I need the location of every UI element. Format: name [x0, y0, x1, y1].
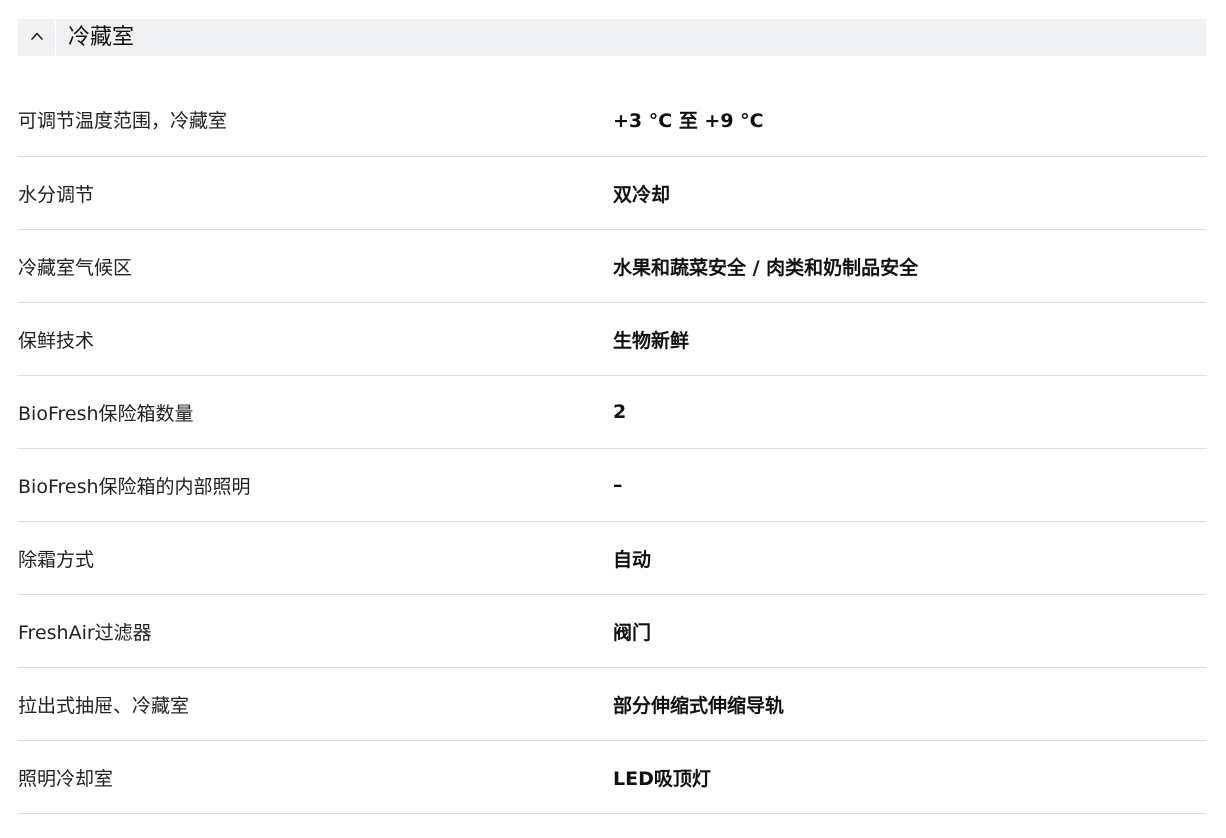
spec-label: 保鲜技术 [18, 329, 95, 352]
spec-row: BioFresh保险箱数量 2 [18, 376, 1206, 449]
section-title: 冷藏室 [68, 25, 135, 50]
spec-value: 自动 [613, 548, 652, 571]
spec-row: 照明冷却室 LED吸顶灯 [18, 741, 1206, 814]
spec-label: 冷藏室气候区 [18, 256, 133, 279]
spec-label: FreshAir过滤器 [18, 621, 152, 644]
spec-value: – [613, 474, 623, 496]
spec-section-fridge: 冷藏室 可调节温度范围，冷藏室 +3 °C 至 +9 °C 水分调节 双冷却 冷… [18, 19, 1206, 814]
chevron-up-icon [30, 28, 44, 47]
spec-row: 除霜方式 自动 [18, 522, 1206, 595]
spec-value: +3 °C 至 +9 °C [613, 110, 764, 132]
spec-label: 拉出式抽屉、冷藏室 [18, 694, 190, 717]
spec-value: 生物新鲜 [613, 329, 690, 352]
spec-row: 可调节温度范围，冷藏室 +3 °C 至 +9 °C [18, 83, 1206, 157]
spec-table: 可调节温度范围，冷藏室 +3 °C 至 +9 °C 水分调节 双冷却 冷藏室气候… [18, 83, 1206, 814]
section-header[interactable]: 冷藏室 [18, 19, 1206, 56]
spec-row: 拉出式抽屉、冷藏室 部分伸缩式伸缩导轨 [18, 668, 1206, 741]
spec-value: LED吸顶灯 [613, 767, 711, 790]
spec-label: 水分调节 [18, 183, 95, 206]
spec-row: 冷藏室气候区 水果和蔬菜安全 / 肉类和奶制品安全 [18, 230, 1206, 303]
spec-value: 阀门 [613, 621, 652, 644]
spec-row: BioFresh保险箱的内部照明 – [18, 449, 1206, 522]
spec-label: 可调节温度范围，冷藏室 [18, 110, 228, 132]
spec-value: 部分伸缩式伸缩导轨 [613, 694, 785, 717]
spec-value: 水果和蔬菜安全 / 肉类和奶制品安全 [613, 256, 919, 279]
spec-value: 2 [613, 401, 627, 423]
spec-label: BioFresh保险箱数量 [18, 402, 194, 425]
spec-row: FreshAir过滤器 阀门 [18, 595, 1206, 668]
collapse-toggle-button[interactable] [18, 19, 56, 56]
spec-value: 双冷却 [613, 183, 671, 206]
spec-row: 水分调节 双冷却 [18, 157, 1206, 230]
spec-label: 照明冷却室 [18, 767, 114, 790]
spec-label: 除霜方式 [18, 548, 95, 571]
spec-row: 保鲜技术 生物新鲜 [18, 303, 1206, 376]
spec-label: BioFresh保险箱的内部照明 [18, 475, 251, 498]
